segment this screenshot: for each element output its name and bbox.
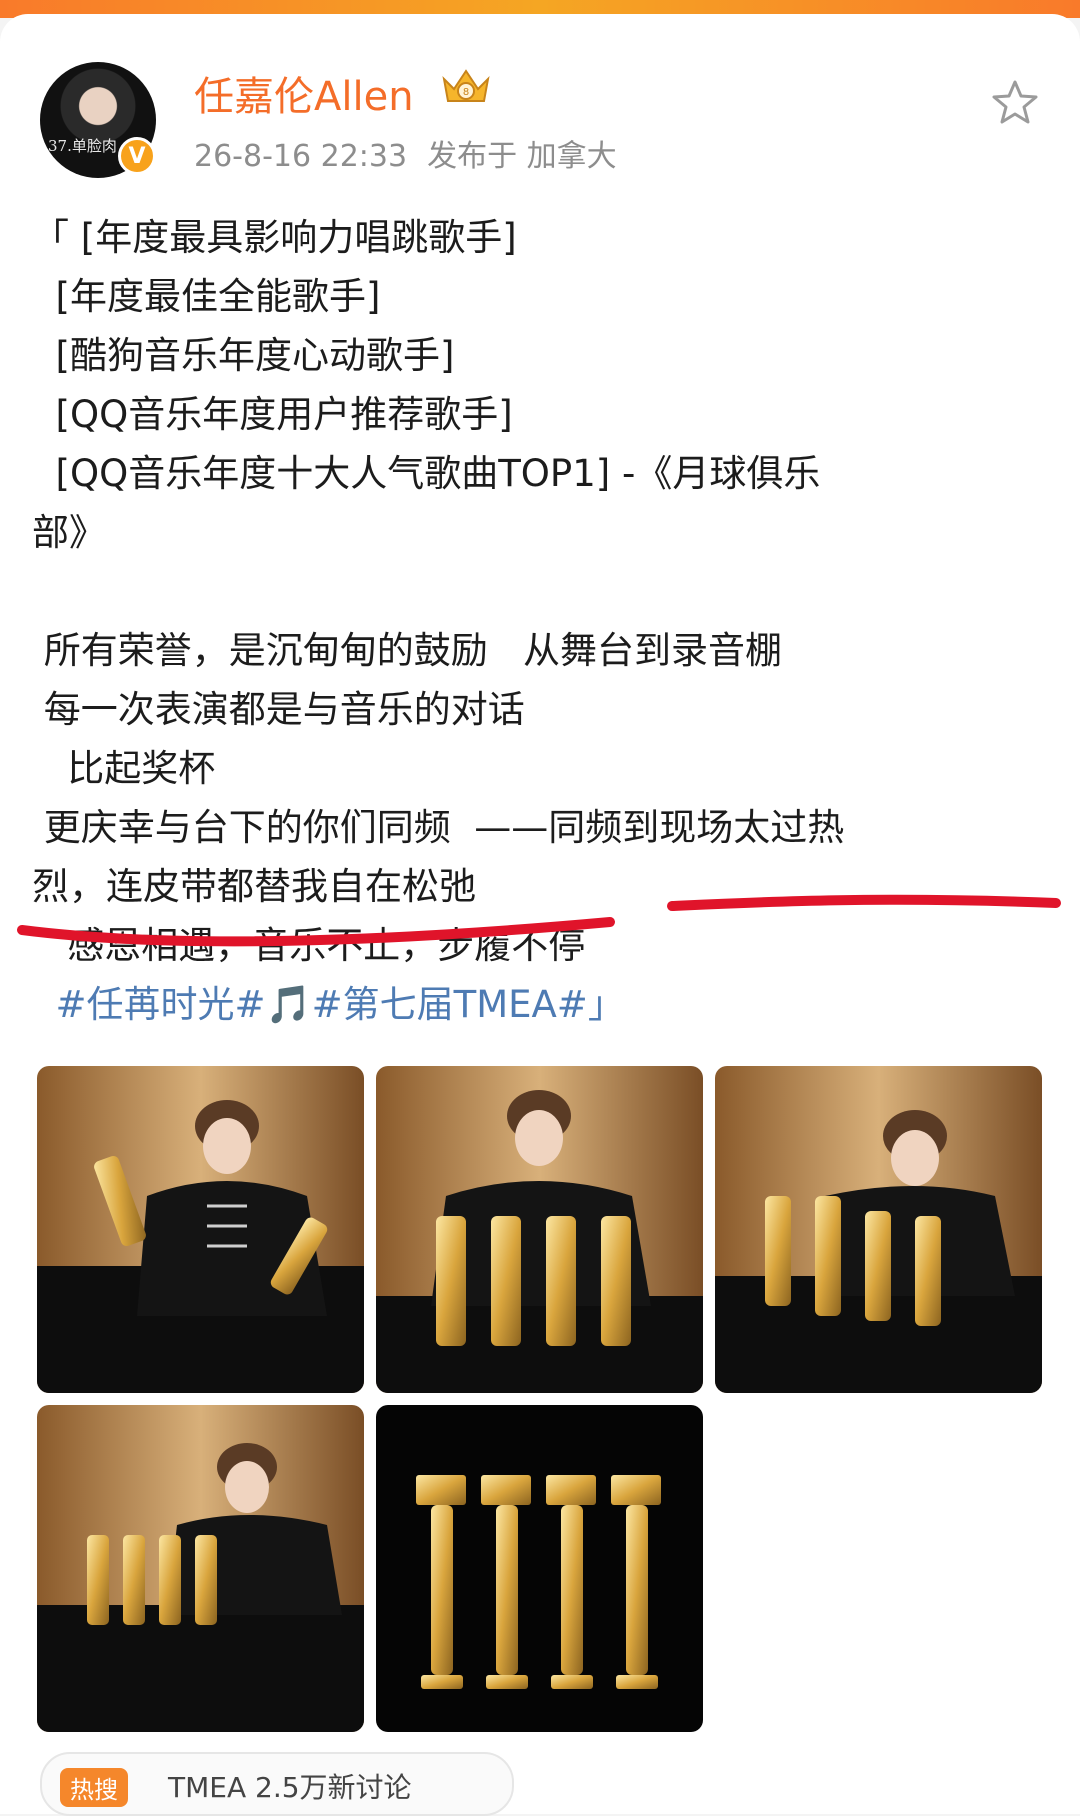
avatar-caption: 37.单脸肉 (48, 137, 117, 155)
photo-thumbnail[interactable] (37, 1066, 364, 1393)
post-body: 「 [年度最具影响力唱跳歌手] [年度最佳全能歌手] [酷狗音乐年度心动歌手] … (32, 208, 1062, 1034)
hashtag-line[interactable]: #任苒时光#🎵#第七届TMEA#」 (32, 975, 1062, 1034)
star-icon[interactable] (990, 78, 1040, 128)
crown-badge-icon: 8 (442, 69, 490, 102)
post-line: [QQ音乐年度用户推荐歌手] (32, 393, 513, 436)
verified-v-icon: V (118, 137, 156, 175)
post-line: [QQ音乐年度十大人气歌曲TOP1] -《月球俱乐 (32, 452, 821, 495)
post-location: 发布于 加拿大 (427, 139, 617, 174)
trending-topic-chip[interactable]: 热搜 TMEA 2.5万新讨论 (40, 1752, 514, 1816)
post-line: 每一次表演都是与音乐的对话 (32, 688, 525, 731)
post-line: 所有荣誉，是沉甸甸的鼓励 从舞台到录音棚 (32, 629, 783, 672)
author-name[interactable]: 任嘉伦Allen (194, 64, 414, 122)
post-line: [酷狗音乐年度心动歌手] (32, 334, 455, 377)
photo-thumbnail[interactable] (376, 1066, 703, 1393)
trending-text: TMEA 2.5万新讨论 (168, 1771, 412, 1804)
post-meta: 26-8-16 22:33 发布于 加拿大 (194, 131, 637, 175)
photo-thumbnail[interactable] (715, 1066, 1042, 1393)
post-line: [年度最佳全能歌手] (32, 275, 381, 318)
post-line: 更庆幸与台下的你们同频 ——同频到现场太过热 (32, 806, 845, 849)
post-line: 部》 (32, 511, 106, 554)
svg-text:8: 8 (463, 87, 469, 98)
photo-thumbnail[interactable] (37, 1405, 364, 1732)
post-line: 烈，连皮带都替我自在松弛 (32, 865, 476, 908)
post-line-blank (32, 562, 1062, 621)
post-line: 感恩相遇，音乐不止，步履不停 (32, 924, 586, 967)
post-line: 比起奖杯 (32, 747, 216, 790)
photo-thumbnail[interactable] (376, 1405, 703, 1732)
post-line: 「 [年度最具影响力唱跳歌手] (32, 216, 517, 259)
post-time: 26-8-16 22:33 (194, 139, 408, 174)
